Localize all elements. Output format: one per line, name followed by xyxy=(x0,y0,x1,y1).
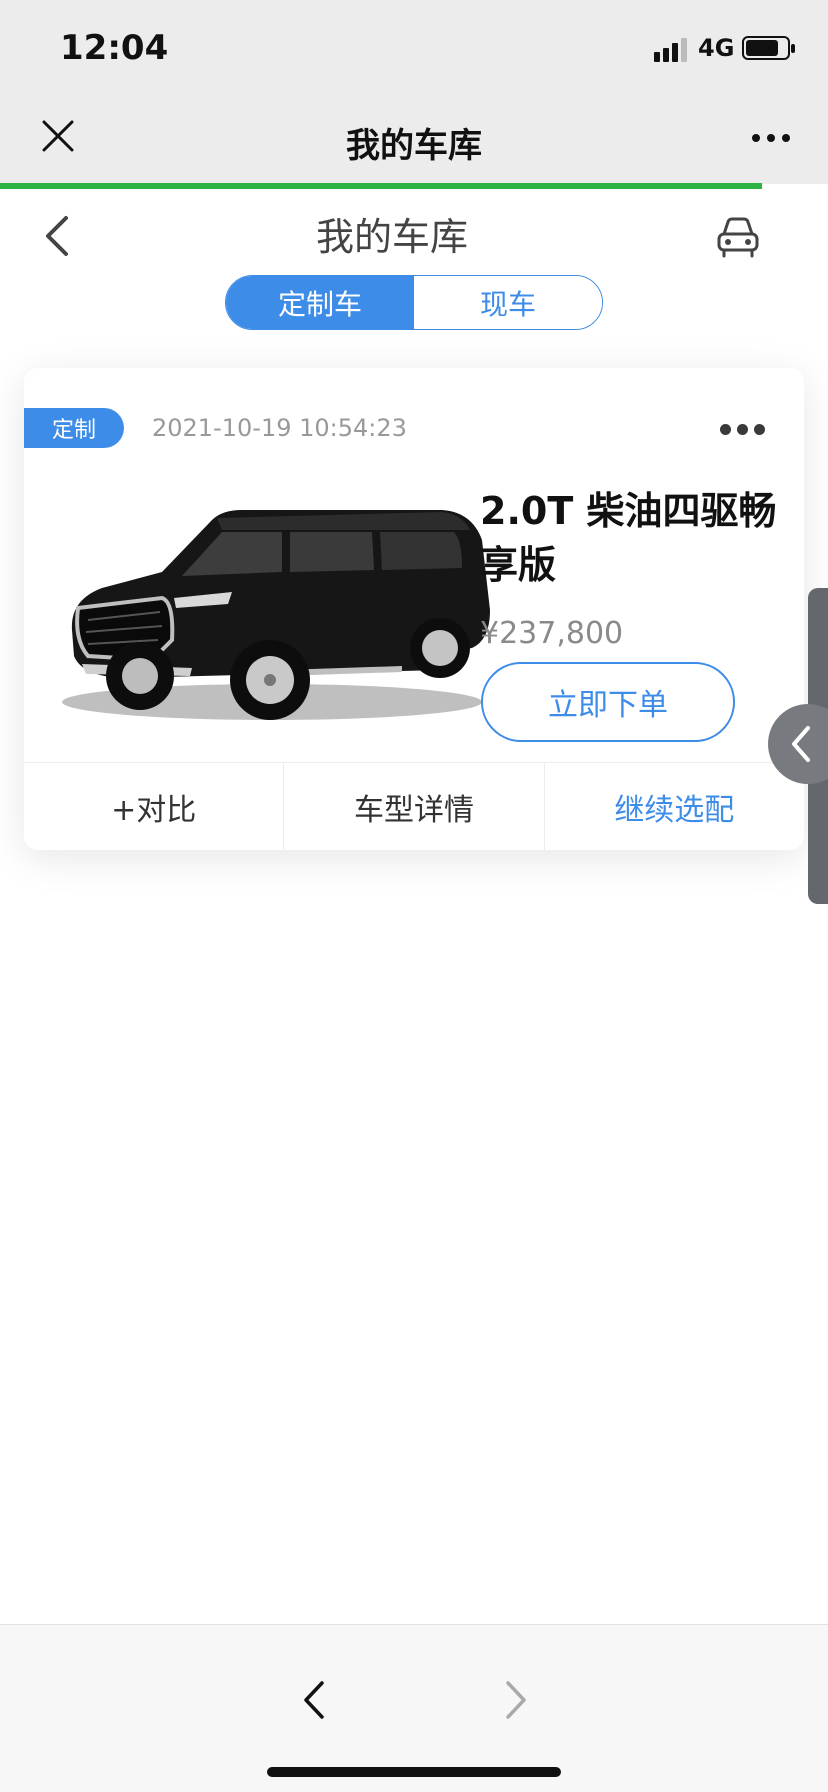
wechat-title: 我的车库 xyxy=(346,126,482,166)
custom-tag: 定制 xyxy=(24,408,124,448)
segmented-tabs: 定制车 现车 xyxy=(225,275,603,330)
tab-custom-car[interactable]: 定制车 xyxy=(226,276,414,329)
home-indicator xyxy=(267,1767,561,1777)
card-more-icon[interactable] xyxy=(720,424,766,436)
bottom-toolbar xyxy=(0,1624,828,1792)
chevron-right-icon[interactable] xyxy=(502,1679,530,1721)
chevron-left-icon xyxy=(792,726,810,762)
card-datetime: 2021-10-19 10:54:23 xyxy=(152,414,407,442)
loading-progress-bar xyxy=(0,183,762,189)
more-icon[interactable] xyxy=(752,134,790,144)
continue-config-button[interactable]: 继续选配 xyxy=(545,763,804,850)
car-price: ¥237,800 xyxy=(480,616,624,651)
chevron-left-icon[interactable] xyxy=(300,1679,328,1721)
card-actions: +对比 车型详情 继续选配 xyxy=(24,762,804,850)
page-title: 我的车库 xyxy=(315,215,468,259)
wechat-navbar: 我的车库 xyxy=(0,92,828,184)
garage-icon[interactable] xyxy=(714,212,762,260)
signal-icon xyxy=(654,38,687,62)
status-bar: 12:04 4G xyxy=(0,0,828,92)
car-image xyxy=(62,510,490,720)
order-now-button[interactable]: 立即下单 xyxy=(481,662,735,742)
car-model-name: 2.0T 柴油四驱畅享版 xyxy=(480,489,777,587)
network-type: 4G xyxy=(698,34,735,62)
compare-button[interactable]: +对比 xyxy=(24,763,285,850)
car-card: 定制 2021-10-19 10:54:23 2.0T 柴油四驱畅享版 ¥237… xyxy=(24,368,804,850)
battery-icon xyxy=(742,36,795,60)
model-details-button[interactable]: 车型详情 xyxy=(284,763,545,850)
status-time: 12:04 xyxy=(60,28,169,68)
tab-stock-car[interactable]: 现车 xyxy=(414,276,602,329)
